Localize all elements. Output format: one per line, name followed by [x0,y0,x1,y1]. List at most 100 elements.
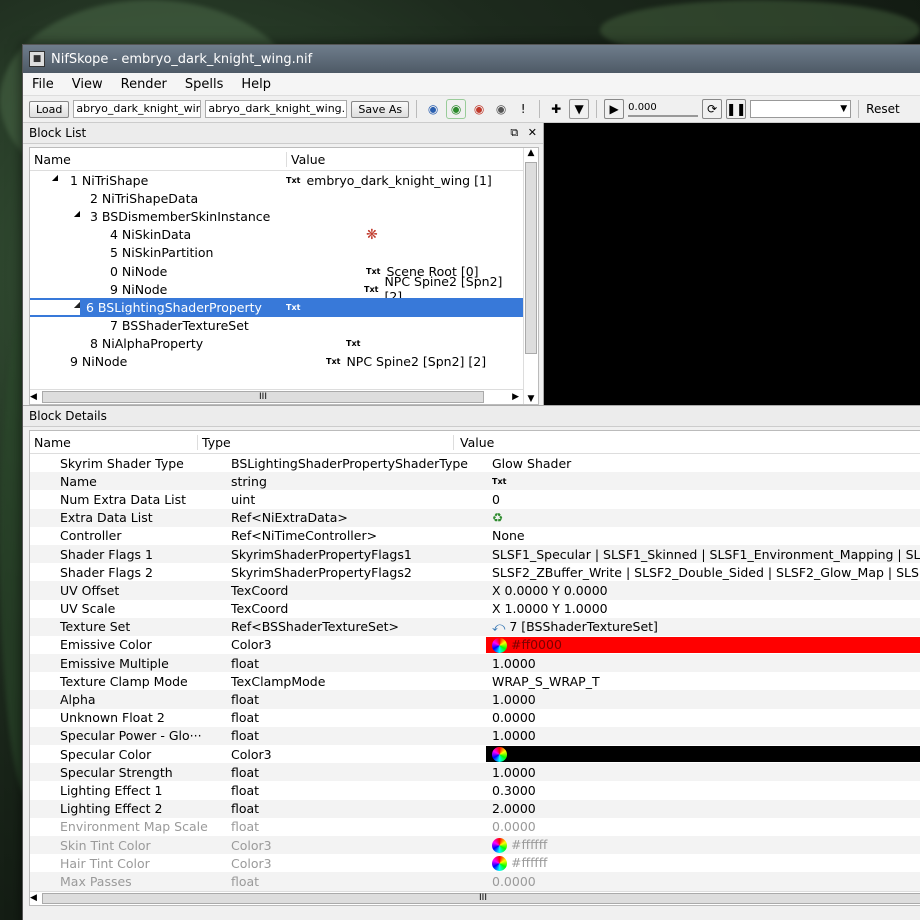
col-type-header[interactable]: Type [198,434,454,450]
time-slider[interactable]: 0.000 [628,102,699,117]
menu-help[interactable]: Help [232,77,280,92]
detail-row[interactable]: Controller Ref<NiTimeController> None [30,527,920,545]
emissive-color-swatch: #ff0000 [486,636,920,653]
top-region: Block List ⧉ ✕ Name Value ◢ 1 NiTriShape … [23,123,920,405]
axis-icon[interactable]: ✚ [547,100,565,118]
tree-row[interactable]: 7 BSShaderTextureSet [30,317,523,335]
tree-row-selected[interactable]: ◢ 6 BSLightingShaderProperty Txt [30,298,523,317]
detail-row[interactable]: Emissive Color Color3 #ff0000 [30,636,920,654]
detail-row[interactable]: Alpha float 1.0000 [30,690,920,709]
loop-icon[interactable]: ⟳ [702,99,723,119]
detail-row[interactable]: Specular Strength float 1.0000 [30,763,920,782]
nifskope-window: ■ NifSkope - embryo_dark_knight_wing.nif… [22,44,920,920]
detail-row[interactable]: Texture Clamp Mode TexClampMode WRAP_S_WRA… [30,672,920,690]
link-icon: ♻ [492,510,504,526]
block-list-dock: Block List ⧉ ✕ Name Value ◢ 1 NiTriShape … [23,123,544,405]
block-list-header: Name Value [30,148,523,171]
app-icon: ■ [29,51,45,67]
col-value-header[interactable]: Value [287,152,325,167]
txt-badge-icon: Txt [366,266,381,276]
color-wheel-icon [492,838,507,854]
eye-grey-icon[interactable]: ◉ [492,100,510,118]
scroll-thumb[interactable]: III [42,391,484,403]
render-viewport[interactable] [544,123,920,405]
txt-badge-icon: Txt [286,302,301,312]
detail-row[interactable]: Specular Color Color3 [30,745,920,763]
scroll-thumb[interactable] [525,162,537,354]
detail-row[interactable]: Specular Power - Glo··· float 1.0000 [30,726,920,745]
animation-select[interactable]: ▼ [750,100,852,118]
link-arrow-icon: ⤺ [492,618,506,634]
detail-row[interactable]: Emissive Multiple float 1.0000 [30,654,920,673]
detail-row[interactable]: Lighting Effect 2 float 2.0000 [30,799,920,818]
tree-row[interactable]: ◢ 1 NiTriShape Txt embryo_dark_knight_wing… [30,171,523,189]
detail-row[interactable]: Environment Map Scale float 0.0000 [30,818,920,836]
detail-row[interactable]: Hair Tint Color Color3 #ffffff [30,854,920,872]
color-wheel-icon [492,747,507,763]
detail-row[interactable]: UV Scale TexCoord X 1.0000 Y 1.0000 [30,600,920,618]
detail-row[interactable]: Extra Data List Ref<NiExtraData> ♻ [30,508,920,527]
detail-row[interactable]: Lighting Effect 1 float 0.3000 [30,781,920,799]
specular-color-swatch [486,746,920,763]
block-list-vscrollbar[interactable]: ▲ ▼ [523,148,538,404]
col-name-header[interactable]: Name [30,151,287,167]
load-path-input[interactable]: аbryo_dark_knight_wing.nif [73,100,202,118]
view-dropdown-icon[interactable]: ▼ [569,99,590,119]
tree-row[interactable]: 2 NiTriShapeData [30,189,523,207]
txt-badge-icon: Txt [492,476,507,486]
play-icon[interactable]: ▶ [604,99,625,119]
detail-row[interactable]: UV Offset TexCoord X 0.0000 Y 0.0000 [30,581,920,600]
detail-row[interactable]: Num Extra Data List uint 0 [30,490,920,508]
detail-row[interactable]: Skyrim Shader Type BSLightingShaderProper… [30,454,920,472]
menu-view[interactable]: View [63,77,112,92]
float-dock-icon[interactable]: ⧉ [510,126,518,139]
menu-file[interactable]: File [23,77,63,92]
detail-row[interactable]: Max Passes float 0.0000 [30,872,920,891]
toolbar: Load аbryo_dark_knight_wing.nif аbryo_da… [23,96,920,123]
menu-spells[interactable]: Spells [176,77,233,92]
tree-row[interactable]: 9 NiNode Txt NPC Spine2 [Spn2] [2] [30,274,523,304]
block-details-title: Block Details [29,409,107,423]
save-path-input[interactable]: аbryo_dark_knight_wing.nif [205,100,348,118]
window-title: NifSkope - embryo_dark_knight_wing.nif [51,51,313,67]
detail-row[interactable]: Texture Set Ref<BSShaderTextureSet> ⤺ 7 [BS… [30,617,920,636]
tree-row[interactable]: ◢ 3 BSDismemberSkinInstance [30,207,523,225]
title-bar: ■ NifSkope - embryo_dark_knight_wing.nif [23,45,920,73]
detail-row[interactable]: Name string Txt [30,472,920,491]
save-as-button[interactable]: Save As [351,100,410,118]
col-value-header[interactable]: Value [454,435,494,450]
expand-arrow-icon[interactable]: ◢ [30,173,58,188]
detail-row[interactable]: Shader Flags 2 SkyrimShaderPropertyFlags2… [30,563,920,581]
eye-icon[interactable]: ◉ [424,100,442,118]
eye-red-icon[interactable]: ◉ [470,100,488,118]
tree-row[interactable]: 5 NiSkinPartition [30,244,523,262]
menu-render[interactable]: Render [112,77,176,92]
color-wheel-icon [492,637,507,653]
txt-badge-icon: Txt [346,339,361,349]
txt-badge-icon: Txt [326,357,341,367]
detail-row[interactable]: Shader Flags 1 SkyrimShaderPropertyFlags1… [30,544,920,564]
detail-row[interactable]: Unknown Float 2 float 0.0000 [30,709,920,727]
tree-row[interactable]: 8 NiAlphaProperty Txt [30,335,523,353]
switch-icon[interactable]: ❚❚ [726,99,746,119]
block-details-hscrollbar[interactable]: ◀ III [30,890,920,905]
eye-green-icon[interactable]: ◉ [446,99,467,119]
menu-bar: File View Render Spells Help [23,73,920,96]
toolbar-separator [596,100,598,118]
scroll-thumb[interactable]: III [42,892,920,904]
block-list-hscrollbar[interactable]: ◀ III ▶ [30,389,523,404]
exclamation-icon[interactable]: ! [514,100,532,118]
close-dock-icon[interactable]: ✕ [528,126,537,139]
asterisk-icon: ❋ [366,226,378,243]
slider-track [628,114,699,117]
load-button[interactable]: Load [29,100,70,118]
tree-row[interactable]: 4 NiSkinData ❋ [30,226,523,244]
detail-row[interactable]: Skin Tint Color Color3 #ffffff [30,835,920,855]
tree-row[interactable]: 9 NiNode Txt NPC Spine2 [Spn2] [2] [30,353,523,371]
expand-arrow-icon[interactable]: ◢ [30,209,80,224]
col-name-header[interactable]: Name [30,434,198,450]
block-details-dock: Block Details Name Type Value Skyrim Sha… [23,405,920,906]
reset-button[interactable]: Reset [866,102,900,116]
expand-arrow-icon[interactable]: ◢ [30,299,80,315]
txt-badge-icon: Txt [286,175,301,185]
